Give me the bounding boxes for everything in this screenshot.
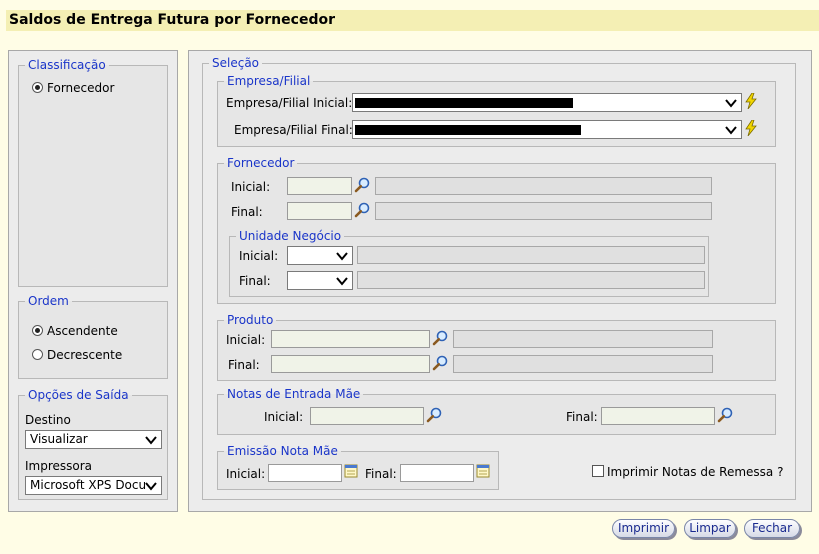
- fornecedor-inicial-description: [375, 177, 712, 195]
- chevron-down-icon: [335, 249, 349, 263]
- lightning-icon[interactable]: [744, 93, 758, 109]
- destino-select[interactable]: Visualizar: [25, 430, 162, 449]
- emissao-nota-legend: Emissão Nota Mãe: [227, 444, 338, 458]
- notas-entrada-legend: Notas de Entrada Mãe: [227, 387, 361, 401]
- radio-decrescente-label: Decrescente: [47, 348, 123, 362]
- fornecedor-final-input[interactable]: [287, 202, 352, 220]
- redacted-value: [355, 125, 581, 135]
- chevron-down-icon: [144, 479, 158, 493]
- impressora-select[interactable]: Microsoft XPS Docu: [25, 476, 162, 495]
- chevron-down-icon: [724, 96, 738, 110]
- ordem-legend: Ordem: [28, 294, 69, 308]
- destino-value: Visualizar: [30, 432, 88, 446]
- search-icon[interactable]: [717, 407, 733, 423]
- unidade-inicial-select[interactable]: [287, 246, 353, 265]
- emissao-inicial-input[interactable]: [268, 464, 342, 482]
- imprimir-remessa-checkbox[interactable]: [592, 465, 604, 477]
- unidade-final-description: [357, 271, 705, 289]
- imprimir-button[interactable]: Imprimir: [612, 519, 675, 538]
- search-icon[interactable]: [426, 407, 442, 423]
- fornecedor-final-description: [375, 202, 712, 220]
- classificacao-legend: Classificação: [28, 58, 106, 72]
- impressora-value: Microsoft XPS Docu: [30, 478, 147, 492]
- fornecedor-legend: Fornecedor: [227, 156, 295, 170]
- emissao-final-input[interactable]: [400, 464, 474, 482]
- notas-inicial-label: Inicial:: [264, 410, 304, 424]
- search-icon[interactable]: [432, 330, 448, 346]
- produto-inicial-input[interactable]: [271, 330, 430, 348]
- emissao-final-label: Final:: [365, 467, 397, 481]
- chevron-down-icon: [724, 123, 738, 137]
- empresa-legend: Empresa/Filial: [227, 74, 311, 88]
- produto-final-description: [453, 355, 713, 373]
- unidade-negocio-legend: Unidade Negócio: [239, 229, 342, 243]
- search-icon[interactable]: [432, 355, 448, 371]
- calendar-icon[interactable]: [344, 464, 358, 478]
- chevron-down-icon: [144, 433, 158, 447]
- page-title: Saldos de Entrega Futura por Fornecedor: [6, 10, 819, 31]
- notas-final-input[interactable]: [601, 407, 715, 425]
- radio-fornecedor-label: Fornecedor: [47, 81, 115, 95]
- unidade-final-select[interactable]: [287, 271, 353, 290]
- emissao-inicial-label: Inicial:: [226, 467, 266, 481]
- produto-inicial-label: Inicial:: [226, 333, 266, 347]
- fornecedor-inicial-input[interactable]: [287, 177, 352, 195]
- produto-inicial-description: [453, 330, 713, 348]
- limpar-button[interactable]: Limpar: [684, 519, 736, 538]
- fechar-button[interactable]: Fechar: [744, 519, 800, 538]
- opcoes-saida-legend: Opções de Saída: [28, 388, 129, 402]
- radio-fornecedor[interactable]: [32, 82, 43, 93]
- redacted-value: [355, 98, 573, 108]
- notas-final-label: Final:: [566, 410, 598, 424]
- unidade-inicial-label: Inicial:: [239, 249, 279, 263]
- unidade-inicial-description: [357, 246, 705, 264]
- search-icon[interactable]: [354, 177, 370, 193]
- destino-label: Destino: [25, 413, 71, 427]
- produto-legend: Produto: [227, 313, 274, 327]
- lightning-icon[interactable]: [744, 120, 758, 136]
- produto-final-label: Final:: [228, 358, 260, 372]
- radio-decrescente[interactable]: [32, 349, 43, 360]
- calendar-icon[interactable]: [476, 464, 490, 478]
- fornecedor-final-label: Final:: [231, 205, 263, 219]
- empresa-final-select[interactable]: [352, 120, 742, 139]
- empresa-inicial-label: Empresa/Filial Inicial:: [226, 96, 353, 110]
- chevron-down-icon: [335, 274, 349, 288]
- imprimir-remessa-label: Imprimir Notas de Remessa ?: [607, 465, 784, 479]
- fornecedor-inicial-label: Inicial:: [231, 180, 271, 194]
- impressora-label: Impressora: [25, 459, 93, 473]
- selecao-legend: Seleção: [212, 56, 260, 70]
- empresa-inicial-select[interactable]: [352, 93, 742, 112]
- empresa-final-label: Empresa/Filial Final:: [234, 123, 353, 137]
- notas-inicial-input[interactable]: [310, 407, 424, 425]
- search-icon[interactable]: [354, 202, 370, 218]
- produto-final-input[interactable]: [271, 355, 430, 373]
- radio-ascendente[interactable]: [32, 325, 43, 336]
- radio-ascendente-label: Ascendente: [47, 324, 118, 338]
- unidade-final-label: Final:: [239, 274, 271, 288]
